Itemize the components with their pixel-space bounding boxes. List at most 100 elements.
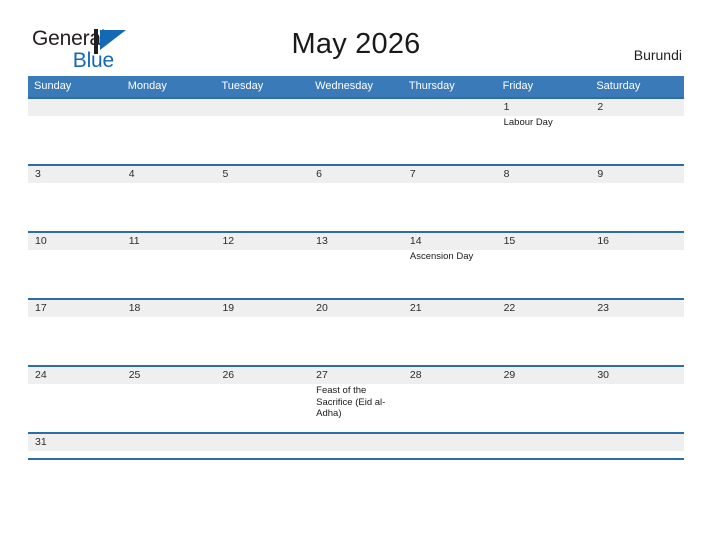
weekday-header-tuesday: Tuesday [221, 80, 264, 92]
day-number[interactable]: 15 [497, 233, 591, 250]
day-event [497, 317, 591, 365]
day-event: Feast of the Sacrifice (Eid al-Adha) [316, 385, 386, 419]
page-title: May 2026 [291, 28, 421, 60]
day-event: Ascension Day [409, 251, 474, 262]
week-row: 3 4 5 6 7 8 9 [28, 164, 684, 231]
week-row: 1 2 Labour Day [28, 97, 684, 164]
day-event [28, 250, 122, 298]
day-event [497, 250, 591, 298]
week-row: 24 25 26 27 28 29 30 Feast of the Sacrif… [28, 365, 684, 432]
day-number[interactable]: 11 [122, 233, 216, 250]
day-event [497, 384, 591, 432]
day-event [215, 317, 309, 365]
day-number[interactable]: 7 [403, 166, 497, 183]
day-event [590, 183, 684, 231]
day-number[interactable] [309, 99, 403, 116]
day-number[interactable]: 5 [215, 166, 309, 183]
day-event [309, 317, 403, 365]
weekday-header-wednesday: Wednesday [315, 80, 374, 92]
day-event [497, 183, 591, 231]
day-event [309, 250, 403, 298]
day-number[interactable]: 14 [403, 233, 497, 250]
day-number[interactable] [122, 99, 216, 116]
day-number[interactable]: 24 [28, 367, 122, 384]
day-number[interactable]: 27 [309, 367, 403, 384]
weekday-header-sunday: Sunday [34, 80, 72, 92]
day-event [28, 384, 122, 432]
day-number[interactable] [28, 99, 122, 116]
page-header: General Blue May 2026 Burundi [0, 0, 712, 76]
calendar-page: General Blue May 2026 Burundi Sunday Mon… [0, 0, 712, 550]
day-number[interactable]: 28 [403, 367, 497, 384]
day-event [122, 116, 216, 164]
day-event [403, 116, 497, 164]
day-event [309, 116, 403, 164]
week-row: 10 11 12 13 14 15 16 Ascension Day [28, 231, 684, 298]
day-number[interactable]: 25 [122, 367, 216, 384]
week-event-band: Labour Day [28, 116, 684, 164]
day-number[interactable] [122, 434, 216, 451]
day-number[interactable]: 26 [215, 367, 309, 384]
day-event [215, 250, 309, 298]
day-number[interactable] [215, 434, 309, 451]
day-number[interactable]: 21 [403, 300, 497, 317]
day-event [122, 317, 216, 365]
day-number[interactable]: 9 [590, 166, 684, 183]
day-number[interactable]: 22 [497, 300, 591, 317]
weekday-header-thursday: Thursday [408, 80, 455, 92]
week-event-band: Ascension Day [28, 250, 684, 298]
day-number[interactable]: 23 [590, 300, 684, 317]
day-number[interactable]: 20 [309, 300, 403, 317]
weekday-header-monday: Monday [127, 80, 167, 92]
day-number[interactable]: 10 [28, 233, 122, 250]
day-event [28, 317, 122, 365]
day-number[interactable] [403, 99, 497, 116]
day-event [590, 384, 684, 432]
weekday-header-row: Sunday Monday Tuesday Wednesday Thursday… [28, 76, 684, 97]
day-event [28, 183, 122, 231]
day-event [403, 183, 497, 231]
week-row: 31 [28, 432, 684, 460]
day-number[interactable] [403, 434, 497, 451]
day-event [309, 183, 403, 231]
day-number[interactable]: 1 [497, 99, 591, 116]
week-date-band: 3 4 5 6 7 8 9 [28, 166, 684, 183]
day-number[interactable]: 12 [215, 233, 309, 250]
day-event: Labour Day [503, 117, 553, 128]
day-number[interactable]: 13 [309, 233, 403, 250]
day-event [215, 384, 309, 432]
day-number[interactable]: 19 [215, 300, 309, 317]
week-event-band [28, 183, 684, 231]
day-event [28, 116, 122, 164]
day-event [590, 317, 684, 365]
day-number[interactable]: 2 [590, 99, 684, 116]
day-number[interactable]: 6 [309, 166, 403, 183]
day-number[interactable] [215, 99, 309, 116]
weekday-header-saturday: Saturday [596, 80, 641, 92]
week-row: 17 18 19 20 21 22 23 [28, 298, 684, 365]
day-number[interactable]: 4 [122, 166, 216, 183]
week-date-band: 1 2 [28, 99, 684, 116]
day-number[interactable] [590, 434, 684, 451]
day-number[interactable]: 30 [590, 367, 684, 384]
calendar-grid: Sunday Monday Tuesday Wednesday Thursday… [28, 76, 684, 460]
day-event [122, 384, 216, 432]
day-number[interactable]: 17 [28, 300, 122, 317]
day-number[interactable] [309, 434, 403, 451]
day-number[interactable]: 18 [122, 300, 216, 317]
day-event [403, 384, 497, 432]
day-number[interactable]: 8 [497, 166, 591, 183]
country-label: Burundi [633, 47, 682, 63]
day-event [590, 250, 684, 298]
day-number[interactable]: 29 [497, 367, 591, 384]
week-event-band [28, 317, 684, 365]
day-event [403, 317, 497, 365]
day-event [215, 116, 309, 164]
day-number[interactable] [497, 434, 591, 451]
day-number[interactable]: 16 [590, 233, 684, 250]
day-number[interactable]: 3 [28, 166, 122, 183]
day-event [122, 250, 216, 298]
day-number[interactable]: 31 [28, 434, 122, 451]
week-date-band: 17 18 19 20 21 22 23 [28, 300, 684, 317]
day-event [590, 116, 684, 164]
